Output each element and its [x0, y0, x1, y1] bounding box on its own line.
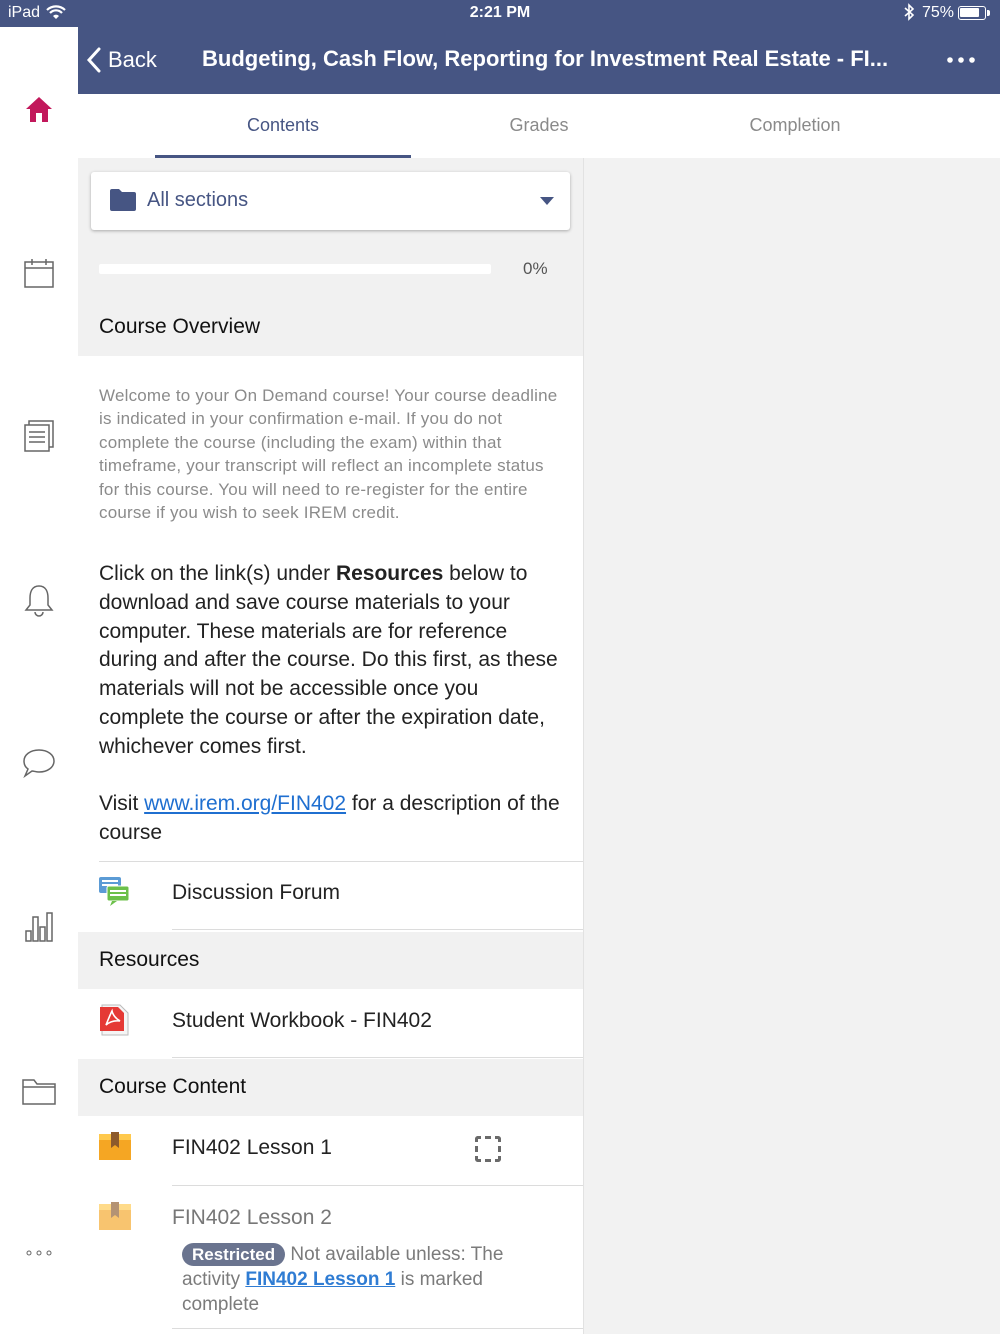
completion-checkbox[interactable] — [475, 1136, 501, 1162]
section-title-course-content: Course Content — [99, 1075, 247, 1098]
tab-grades[interactable]: Grades — [411, 94, 667, 158]
course-progress-bar — [99, 264, 491, 274]
course-description-link[interactable]: www.irem.org/FIN402 — [144, 792, 346, 815]
battery-percent: 75% — [922, 4, 955, 21]
course-contents: All sections 0% Course Overview Welcome … — [78, 158, 583, 1334]
tab-completion[interactable]: Completion — [667, 94, 923, 158]
nav-notifications[interactable] — [18, 579, 60, 621]
nav-grades[interactable] — [18, 905, 60, 947]
forum-icon — [99, 877, 130, 906]
back-label: Back — [108, 47, 157, 72]
module-discussion-forum[interactable]: Discussion Forum — [78, 861, 583, 929]
section-selector[interactable]: All sections — [91, 172, 570, 230]
package-icon — [99, 1132, 131, 1160]
module-name: FIN402 Lesson 1 — [172, 1136, 332, 1159]
course-notice: Welcome to your On Demand course! Your c… — [99, 386, 558, 523]
nav-course-list[interactable] — [18, 415, 60, 457]
calendar-icon — [24, 259, 54, 288]
section-title-overview: Course Overview — [99, 315, 261, 338]
back-button[interactable]: Back — [86, 40, 157, 80]
module-name: Discussion Forum — [172, 881, 341, 904]
more-options-button[interactable] — [944, 50, 978, 70]
folder-icon — [22, 1079, 56, 1105]
section-title-resources: Resources — [99, 948, 200, 971]
nav-more[interactable] — [18, 1232, 60, 1274]
course-description-text: Visit www.irem.org/FIN402 for a descript… — [99, 792, 560, 844]
pdf-file-icon — [100, 1004, 129, 1036]
page-title: Budgeting, Cash Flow, Reporting for Inve… — [202, 46, 889, 71]
course-instructions: Click on the link(s) under Resources bel… — [99, 562, 558, 758]
prerequisite-link[interactable]: FIN402 Lesson 1 — [245, 1269, 395, 1290]
section-selector-label: All sections — [147, 189, 249, 211]
module-name: Student Workbook - FIN402 — [172, 1009, 432, 1032]
detail-pane — [583, 158, 1000, 1334]
bluetooth-icon — [902, 3, 916, 26]
nav-files[interactable] — [18, 1069, 60, 1111]
ellipsis-icon — [947, 57, 975, 63]
more-dots-icon — [26, 1250, 52, 1256]
battery-icon — [958, 6, 990, 20]
clock: 2:21 PM — [469, 4, 531, 21]
nav-messages[interactable] — [18, 742, 60, 784]
bell-icon — [24, 585, 54, 617]
module-student-workbook[interactable]: Student Workbook - FIN402 — [78, 989, 583, 1057]
nav-home[interactable] — [18, 88, 60, 130]
restriction-notice: Restricted Not available unless: The act… — [182, 1243, 504, 1315]
section-resources: Resources — [78, 932, 583, 989]
course-progress-label: 0% — [523, 259, 548, 278]
home-icon — [26, 97, 52, 122]
tab-contents[interactable]: Contents — [155, 94, 411, 158]
package-icon — [99, 1202, 131, 1230]
document-list-icon — [24, 420, 54, 452]
folder-icon — [110, 189, 136, 211]
restricted-badge: Restricted — [182, 1243, 286, 1266]
module-name: FIN402 Lesson 2 — [172, 1206, 332, 1229]
caret-down-icon — [540, 197, 554, 205]
chat-bubble-icon — [23, 749, 55, 779]
nav-calendar[interactable] — [18, 252, 60, 294]
chevron-left-icon — [86, 47, 101, 73]
section-course-content: Course Content — [78, 1059, 583, 1116]
bar-chart-icon — [25, 912, 53, 942]
module-lesson-1[interactable]: FIN402 Lesson 1 — [78, 1116, 583, 1184]
status-bar: iPad 2:21 PM 75% — [0, 0, 1000, 27]
tab-bar: Contents Grades Completion — [78, 94, 1000, 158]
